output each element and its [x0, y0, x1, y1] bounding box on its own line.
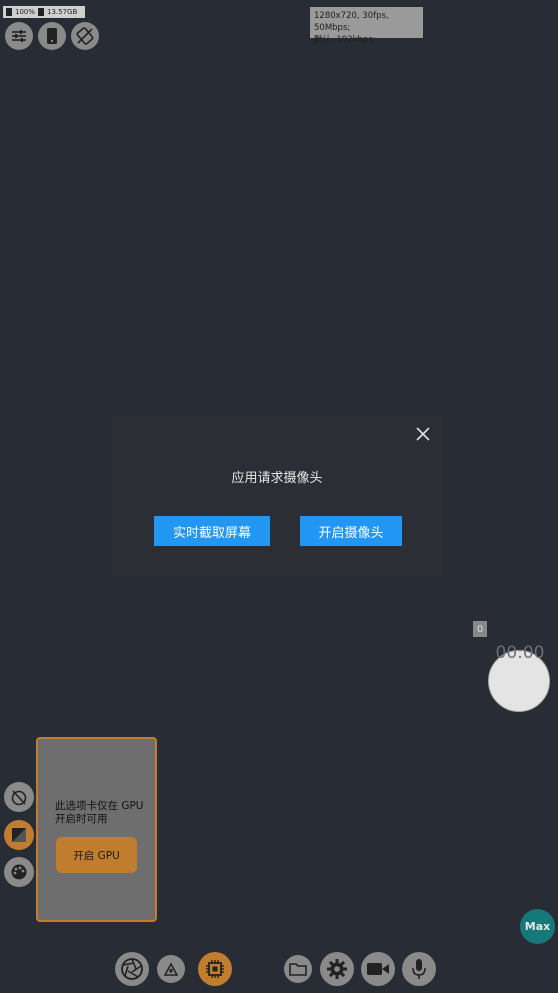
stream-info-line1: 1280x720, 30fps, 50Mbps; [314, 11, 389, 33]
device-button[interactable] [38, 22, 66, 50]
rotate-lock-button[interactable] [71, 22, 99, 50]
phone-icon [47, 28, 57, 44]
filter-square-icon [12, 828, 26, 842]
storage-icon [38, 8, 45, 16]
palette-icon [11, 864, 27, 880]
gear-icon [327, 959, 347, 979]
gpu-chip-button[interactable] [198, 952, 232, 986]
open-camera-button[interactable]: 开启摄像头 [300, 516, 402, 546]
settings-sliders-button[interactable] [5, 22, 33, 50]
battery-text: 100% [15, 8, 36, 16]
counter-badge: 0 [473, 621, 487, 637]
storage-text: 13.57GB [47, 8, 78, 16]
microphone-icon [412, 959, 426, 979]
record-timer: 00:00 [495, 643, 545, 663]
stream-info-line2: 默认, 192kbps; [314, 35, 376, 45]
aperture-button[interactable] [115, 952, 149, 986]
enable-gpu-button[interactable]: 开启 GPU [56, 837, 137, 873]
video-camera-icon [367, 963, 389, 975]
exposure-lock-button[interactable] [157, 955, 185, 983]
folder-button[interactable] [284, 955, 312, 983]
video-camera-button[interactable] [361, 952, 395, 986]
timer-off-button[interactable] [4, 782, 34, 812]
timer-off-icon [11, 790, 27, 806]
palette-button[interactable] [4, 857, 34, 887]
sliders-icon [12, 30, 26, 42]
settings-button[interactable] [320, 952, 354, 986]
rotate-lock-icon [76, 27, 94, 45]
close-icon[interactable] [414, 425, 432, 443]
exposure-lock-icon [163, 962, 179, 976]
chip-icon [206, 960, 224, 978]
filter-button[interactable] [4, 820, 34, 850]
stream-info-panel: 1280x720, 30fps, 50Mbps; 默认, 192kbps; [310, 7, 423, 45]
status-bar: 100% 13.57GB [3, 6, 85, 18]
aperture-icon [121, 958, 143, 980]
microphone-button[interactable] [402, 952, 436, 986]
gpu-panel: 此选项卡仅在 GPU 开启时可用 开启 GPU [36, 737, 157, 922]
folder-icon [289, 963, 307, 976]
max-badge[interactable]: Max [520, 909, 555, 944]
capture-screen-button[interactable]: 实时截取屏幕 [154, 516, 270, 546]
battery-icon [6, 8, 12, 16]
dialog-title: 应用请求摄像头 [231, 471, 323, 486]
camera-request-dialog: 应用请求摄像头 实时截取屏幕 开启摄像头 [112, 415, 442, 575]
gpu-note: 此选项卡仅在 GPU 开启时可用 [55, 800, 144, 825]
